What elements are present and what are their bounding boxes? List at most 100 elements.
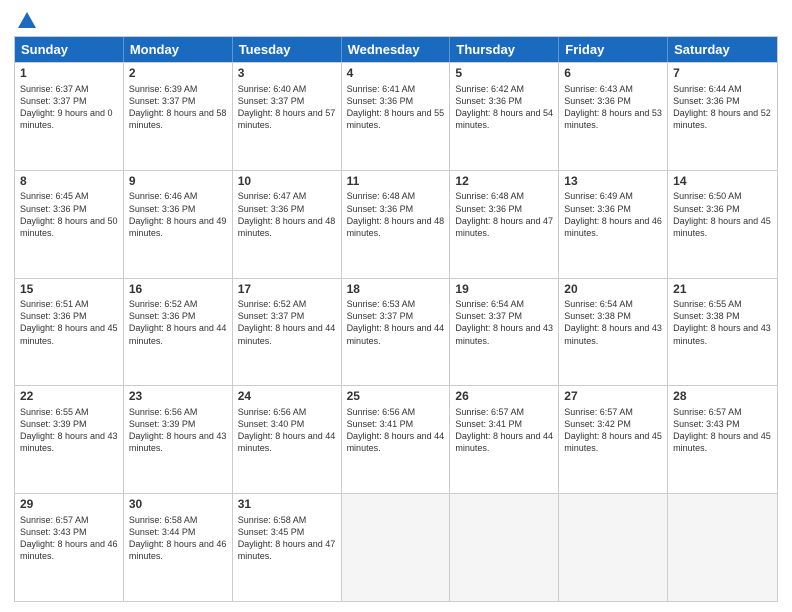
day-cell-16: 16Sunrise: 6:52 AMSunset: 3:36 PMDayligh… — [124, 279, 233, 386]
sunset-line: Sunset: 3:36 PM — [347, 95, 445, 107]
daylight-label: Daylight: 8 hours and 45 minutes. — [673, 215, 772, 239]
sunrise-line: Sunrise: 6:41 AM — [347, 83, 445, 95]
day-number: 7 — [673, 66, 772, 82]
sunrise-line: Sunrise: 6:39 AM — [129, 83, 227, 95]
daylight-label: Daylight: 8 hours and 46 minutes. — [564, 215, 662, 239]
daylight-label: Daylight: 8 hours and 52 minutes. — [673, 107, 772, 131]
day-number: 27 — [564, 389, 662, 405]
day-number: 10 — [238, 174, 336, 190]
day-number: 24 — [238, 389, 336, 405]
sunset-line: Sunset: 3:37 PM — [347, 310, 445, 322]
sunset-line: Sunset: 3:36 PM — [129, 310, 227, 322]
day-cell-6: 6Sunrise: 6:43 AMSunset: 3:36 PMDaylight… — [559, 63, 668, 170]
daylight-label: Daylight: 8 hours and 54 minutes. — [455, 107, 553, 131]
daylight-label: Daylight: 8 hours and 55 minutes. — [347, 107, 445, 131]
week-row-5: 29Sunrise: 6:57 AMSunset: 3:43 PM Dayligh… — [15, 493, 777, 601]
day-cell-21: 21Sunrise: 6:55 AMSunset: 3:38 PMDayligh… — [668, 279, 777, 386]
sunset-line: Sunset: 3:39 PM — [129, 418, 227, 430]
day-cell-24: 24Sunrise: 6:56 AMSunset: 3:40 PMDayligh… — [233, 386, 342, 493]
day-number: 20 — [564, 282, 662, 298]
day-number: 18 — [347, 282, 445, 298]
sunrise-line: Sunrise: 6:57 AM — [564, 406, 662, 418]
daylight-label: Daylight: 8 hours and 48 minutes. — [347, 215, 445, 239]
daylight-label: Daylight: 9 hours and 0 minutes. — [20, 107, 118, 131]
week-row-2: 8Sunrise: 6:45 AMSunset: 3:36 PMDaylight… — [15, 170, 777, 278]
sunset-line: Sunset: 3:37 PM — [20, 95, 118, 107]
day-number: 9 — [129, 174, 227, 190]
day-number: 12 — [455, 174, 553, 190]
header-day-monday: Monday — [124, 37, 233, 62]
sunrise-line: Sunrise: 6:55 AM — [20, 406, 118, 418]
day-number: 11 — [347, 174, 445, 190]
sunset-line: Sunset: 3:41 PM — [347, 418, 445, 430]
daylight-label: Daylight: 8 hours and 44 minutes. — [238, 430, 336, 454]
sunset-line: Sunset: 3:36 PM — [673, 203, 772, 215]
sunrise-line: Sunrise: 6:40 AM — [238, 83, 336, 95]
sunset-line: Sunset: 3:37 PM — [129, 95, 227, 107]
day-number: 15 — [20, 282, 118, 298]
day-number: 22 — [20, 389, 118, 405]
page-container: SundayMondayTuesdayWednesdayThursdayFrid… — [0, 0, 792, 612]
day-number: 6 — [564, 66, 662, 82]
day-cell-26: 26Sunrise: 6:57 AMSunset: 3:41 PMDayligh… — [450, 386, 559, 493]
sunset-line: Sunset: 3:39 PM — [20, 418, 118, 430]
sunset-line: Sunset: 3:38 PM — [673, 310, 772, 322]
day-number: 3 — [238, 66, 336, 82]
empty-cell — [342, 494, 451, 601]
sunrise-line: Sunrise: 6:37 AM — [20, 83, 118, 95]
day-cell-9: 9Sunrise: 6:46 AMSunset: 3:36 PMDaylight… — [124, 171, 233, 278]
sunset-line: Sunset: 3:43 PM — [20, 526, 118, 538]
sunset-line: Sunset: 3:36 PM — [564, 95, 662, 107]
daylight-label: Daylight: 8 hours and 44 minutes. — [455, 430, 553, 454]
sunrise-line: Sunrise: 6:52 AM — [238, 298, 336, 310]
day-number: 8 — [20, 174, 118, 190]
sunset-line: Sunset: 3:36 PM — [673, 95, 772, 107]
day-number: 29 — [20, 497, 118, 513]
sunrise-line: Sunrise: 6:47 AM — [238, 190, 336, 202]
daylight-label: Daylight: 8 hours and 44 minutes. — [238, 322, 336, 346]
sunset-line: Sunset: 3:36 PM — [347, 203, 445, 215]
sunrise-line: Sunrise: 6:57 AM — [20, 514, 118, 526]
daylight-label: Daylight: 8 hours and 44 minutes. — [347, 430, 445, 454]
day-cell-28: 28Sunrise: 6:57 AMSunset: 3:43 PMDayligh… — [668, 386, 777, 493]
sunrise-line: Sunrise: 6:55 AM — [673, 298, 772, 310]
sunrise-line: Sunrise: 6:56 AM — [238, 406, 336, 418]
sunrise-line: Sunrise: 6:58 AM — [129, 514, 227, 526]
daylight-label: Daylight: 8 hours and 44 minutes. — [129, 322, 227, 346]
empty-cell — [668, 494, 777, 601]
sunrise-line: Sunrise: 6:58 AM — [238, 514, 336, 526]
daylight-label: Daylight: 8 hours and 46 minutes. — [129, 538, 227, 562]
day-number: 2 — [129, 66, 227, 82]
sunset-line: Sunset: 3:37 PM — [238, 310, 336, 322]
sunset-line: Sunset: 3:41 PM — [455, 418, 553, 430]
day-number: 16 — [129, 282, 227, 298]
sunrise-line: Sunrise: 6:48 AM — [347, 190, 445, 202]
header-day-saturday: Saturday — [668, 37, 777, 62]
day-cell-29: 29Sunrise: 6:57 AMSunset: 3:43 PMDayligh… — [15, 494, 124, 601]
day-cell-10: 10Sunrise: 6:47 AMSunset: 3:36 PMDayligh… — [233, 171, 342, 278]
header-day-thursday: Thursday — [450, 37, 559, 62]
daylight-label: Daylight: 8 hours and 58 minutes. — [129, 107, 227, 131]
sunset-line: Sunset: 3:44 PM — [129, 526, 227, 538]
day-cell-13: 13Sunrise: 6:49 AMSunset: 3:36 PMDayligh… — [559, 171, 668, 278]
logo-icon — [16, 10, 38, 32]
day-cell-1: 1Sunrise: 6:37 AMSunset: 3:37 PMDaylight… — [15, 63, 124, 170]
sunrise-line: Sunrise: 6:54 AM — [564, 298, 662, 310]
empty-cell — [450, 494, 559, 601]
sunset-line: Sunset: 3:37 PM — [238, 95, 336, 107]
day-number: 26 — [455, 389, 553, 405]
daylight-label: Daylight: 8 hours and 43 minutes. — [673, 322, 772, 346]
day-cell-18: 18Sunrise: 6:53 AMSunset: 3:37 PMDayligh… — [342, 279, 451, 386]
sunset-line: Sunset: 3:36 PM — [455, 203, 553, 215]
day-cell-14: 14Sunrise: 6:50 AMSunset: 3:36 PMDayligh… — [668, 171, 777, 278]
day-cell-11: 11Sunrise: 6:48 AMSunset: 3:36 PMDayligh… — [342, 171, 451, 278]
day-number: 30 — [129, 497, 227, 513]
day-cell-25: 25Sunrise: 6:56 AMSunset: 3:41 PMDayligh… — [342, 386, 451, 493]
header-day-friday: Friday — [559, 37, 668, 62]
week-row-3: 15Sunrise: 6:51 AMSunset: 3:36 PMDayligh… — [15, 278, 777, 386]
day-number: 14 — [673, 174, 772, 190]
daylight-label: Daylight: 8 hours and 43 minutes. — [20, 430, 118, 454]
daylight-label: Daylight: 8 hours and 43 minutes. — [564, 322, 662, 346]
sunrise-line: Sunrise: 6:56 AM — [129, 406, 227, 418]
day-cell-12: 12Sunrise: 6:48 AMSunset: 3:36 PMDayligh… — [450, 171, 559, 278]
